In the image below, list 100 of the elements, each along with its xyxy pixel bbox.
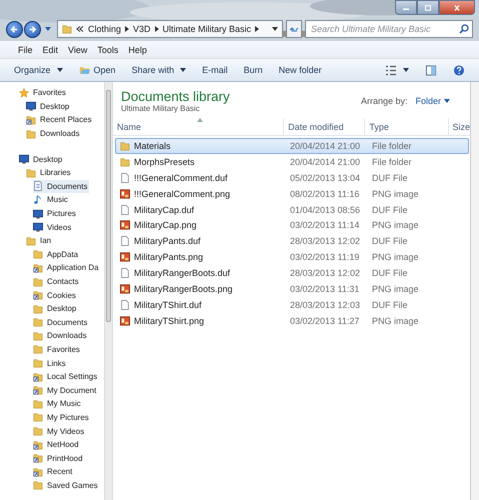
nav-item[interactable]: Downloads: [26, 127, 82, 140]
file-name: MilitaryCap.duf: [134, 204, 194, 214]
library-title: Documents library: [121, 89, 230, 104]
chevron-right-icon[interactable]: [125, 26, 130, 32]
file-row[interactable]: MilitaryCap.png 03/02/2013 11:14 PNG image: [115, 217, 469, 234]
nav-item[interactable]: Recent Places: [26, 113, 94, 126]
close-button[interactable]: [439, 0, 475, 15]
file-row[interactable]: !!!GeneralComment.png 08/02/2013 11:16 PNG image: [115, 186, 469, 202]
shortcut-icon: [33, 466, 43, 477]
date-cell-text: 03/02/2013 11:27: [289, 316, 360, 326]
file-row[interactable]: MilitaryTShirt.duf 28/03/2013 12:03 DUF File: [115, 296, 469, 313]
breadcrumb[interactable]: V3D: [133, 24, 151, 34]
chevron-right-icon[interactable]: [154, 26, 159, 32]
file-row[interactable]: MilitaryRangerBoots.png 03/02/2013 11:31 PNG image: [115, 281, 469, 297]
folder-icon: [120, 140, 130, 151]
date-cell-text: 28/03/2013 12:02: [289, 268, 362, 278]
nav-item[interactable]: Libraries: [26, 166, 73, 180]
search-field[interactable]: Search Ultimate Military Basic: [305, 20, 473, 38]
column-header[interactable]: Date modified: [284, 118, 366, 135]
help-icon: [453, 64, 465, 76]
chevron-right-icon[interactable]: [255, 26, 260, 32]
column-header[interactable]: Type: [365, 118, 448, 135]
date-cell-text: 20/04/2014 21:00: [289, 140, 362, 151]
date-cell-text: 03/02/2013 11:19: [289, 252, 360, 262]
refresh-button[interactable]: [286, 20, 302, 38]
scrollbar[interactable]: [104, 82, 112, 500]
minimize-button[interactable]: [395, 0, 417, 15]
file-row[interactable]: MilitaryCap.duf 01/04/2013 08:56 DUF File: [115, 202, 469, 218]
nav-item[interactable]: Desktop: [26, 100, 72, 113]
nav-item[interactable]: Ian: [26, 234, 54, 248]
breadcrumb[interactable]: Ultimate Military Basic: [162, 24, 252, 34]
type-cell-text: DUF File: [371, 204, 408, 214]
folder-icon: [33, 412, 43, 422]
nav-item[interactable]: Favorites: [33, 342, 82, 356]
menu-item[interactable]: View: [64, 44, 92, 54]
nav-item[interactable]: Videos: [33, 220, 74, 234]
nav-item[interactable]: Local Settings: [33, 370, 100, 384]
type-cell-text: DUF File: [371, 172, 408, 183]
nav-item[interactable]: Documents: [33, 180, 90, 193]
nav-item[interactable]: AppData: [33, 248, 80, 261]
nav-item[interactable]: Music: [33, 193, 70, 206]
file-row[interactable]: MilitaryPants.png 03/02/2013 11:19 PNG image: [115, 249, 469, 266]
refresh-icon: [289, 25, 299, 33]
scrollbar[interactable]: [470, 82, 479, 500]
scroll-thumb[interactable]: [106, 90, 111, 322]
file-name: MorphsPresets: [134, 156, 195, 167]
maximize-icon: [424, 4, 432, 10]
file-icon: [120, 300, 130, 310]
menu-item[interactable]: Edit: [38, 44, 62, 54]
file-row[interactable]: Materials 20/04/2014 21:00 File folder: [115, 138, 469, 154]
nav-item[interactable]: Saved Games: [33, 478, 100, 492]
file-name: Materials: [134, 140, 171, 151]
monitor-icon: [19, 154, 29, 164]
type-cell-text: DUF File: [371, 300, 408, 310]
type-cell-text: DUF File: [371, 236, 408, 246]
column-header[interactable]: Size: [448, 118, 470, 135]
menu-item[interactable]: File: [14, 44, 37, 54]
file-row[interactable]: MilitaryPants.duf 28/03/2013 12:02 DUF File: [115, 233, 469, 250]
nav-item[interactable]: Pictures: [33, 207, 78, 220]
nav-item[interactable]: My Document: [33, 384, 98, 397]
toolbar-button[interactable]: Organize: [8, 65, 69, 75]
image-file-icon: [120, 284, 130, 294]
star-icon: [19, 88, 29, 98]
nav-item[interactable]: My Videos: [33, 424, 86, 438]
toolbar-button[interactable]: Open: [72, 64, 122, 76]
file-row[interactable]: MorphsPresets 20/04/2014 21:00 File folder: [115, 154, 469, 170]
nav-item[interactable]: Downloads: [33, 329, 89, 342]
nav-item[interactable]: My Music: [33, 397, 83, 410]
toolbar-button[interactable]: Burn: [238, 65, 269, 75]
file-row[interactable]: MilitaryTShirt.png 03/02/2013 11:27 PNG image: [115, 312, 469, 329]
nav-item[interactable]: Documents: [33, 316, 90, 329]
folder-icon: [33, 480, 43, 490]
history-dropdown-icon[interactable]: [45, 27, 51, 31]
menu-item[interactable]: Help: [124, 44, 151, 54]
shortcut-icon: [26, 114, 36, 125]
nav-item[interactable]: Cookies: [33, 288, 78, 302]
nav-item[interactable]: Desktop: [33, 302, 78, 316]
nav-item[interactable]: NetHood: [33, 438, 81, 452]
nav-item[interactable]: Application Da: [33, 261, 101, 274]
nav-item[interactable]: Recent: [33, 465, 74, 478]
nav-item[interactable]: Favorites: [19, 86, 68, 100]
dropdown-arrow-icon[interactable]: [272, 27, 278, 31]
nav-item[interactable]: My Pictures: [33, 410, 91, 424]
toolbar-button[interactable]: E-mail: [196, 65, 234, 75]
breadcrumb[interactable]: Clothing: [88, 24, 122, 34]
nav-item[interactable]: Desktop: [19, 152, 64, 166]
address-bar[interactable]: Clothing V3D Ultimate Military Basic: [57, 20, 283, 38]
nav-item[interactable]: Links: [33, 356, 68, 370]
nav-item[interactable]: Contacts: [33, 275, 81, 288]
toolbar-button[interactable]: Share with: [126, 65, 192, 75]
nav-item[interactable]: PrintHood: [33, 452, 85, 465]
maximize-button[interactable]: [417, 0, 439, 15]
file-row[interactable]: !!!GeneralComment.duf 05/02/2013 13:04 DUF File: [115, 170, 469, 186]
date-cell-text: 03/02/2013 11:14: [289, 220, 360, 230]
menu-item[interactable]: Tools: [93, 44, 122, 54]
file-row[interactable]: MilitaryRangerBoots.duf 28/03/2013 12:02 DUF File: [115, 265, 469, 282]
toolbar-button[interactable]: New folder: [272, 65, 328, 75]
arrange-by-dropdown[interactable]: Folder: [415, 96, 450, 106]
date-cell-text: 28/03/2013 12:02: [289, 236, 362, 246]
sort-arrow-icon: [197, 118, 203, 122]
